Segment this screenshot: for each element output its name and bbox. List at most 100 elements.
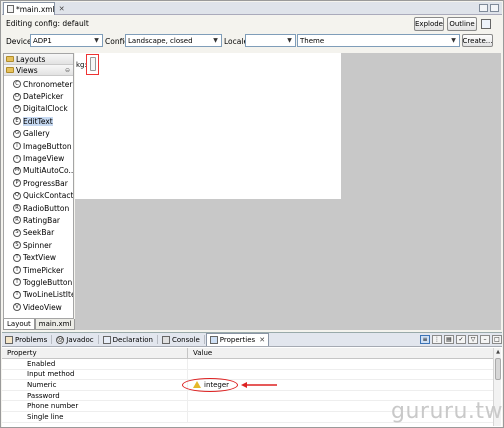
tab-separator <box>157 335 158 344</box>
palette-item-timepicker[interactable]: T TimePicker <box>4 264 73 276</box>
property-value[interactable] <box>188 370 494 380</box>
maximize-icon[interactable]: □ <box>492 335 502 344</box>
property-name: Enabled <box>2 359 188 369</box>
close-icon[interactable]: ✕ <box>259 336 265 344</box>
tab-problems[interactable]: Problems <box>2 333 50 346</box>
property-name: Single line <box>2 411 188 422</box>
timepicker-icon: T <box>13 266 21 275</box>
outline-button[interactable]: Outline <box>447 17 477 31</box>
spinner-icon: S <box>13 241 21 250</box>
palette-item-videoview[interactable]: V VideoView <box>4 301 73 313</box>
advanced-icon[interactable]: ⋮ <box>432 335 442 344</box>
scroll-up-icon[interactable]: ▲ <box>494 348 502 356</box>
radiobutton-icon: R <box>13 204 21 213</box>
chevron-down-icon: ▼ <box>94 37 99 44</box>
palette-item-label: ProgressBar <box>23 178 68 188</box>
palette-item-twolinelistitem[interactable]: TTwoLineListItem <box>4 289 73 301</box>
edittext-icon: E <box>13 117 21 126</box>
property-row[interactable]: Enabled <box>2 359 494 370</box>
selected-edittext[interactable] <box>86 54 99 75</box>
palette-item-gallery[interactable]: G Gallery <box>4 128 73 140</box>
editor-tab-bar: *main.xml ✕ <box>2 2 502 15</box>
highlight-arrow-icon <box>241 382 277 388</box>
palette-item-ratingbar[interactable]: R RatingBar <box>4 214 73 226</box>
palette-item-imagebutton[interactable]: I ImageButton <box>4 140 73 152</box>
tab-console[interactable]: Console <box>159 333 203 346</box>
palette-item-edittext[interactable]: E EditText <box>4 115 73 127</box>
explode-button[interactable]: Explode <box>414 17 444 31</box>
tab-label: Properties <box>219 336 256 344</box>
palette-item-chronometer[interactable]: C Chronometer <box>4 78 73 90</box>
palette-item-spinner[interactable]: S Spinner <box>4 239 73 251</box>
header-value[interactable]: Value <box>188 348 494 358</box>
multiautocomplete-icon: M <box>13 166 21 175</box>
minimize-icon[interactable] <box>479 4 488 12</box>
palette: Layouts Views ⊖ C Chronometer D DatePicker… <box>3 53 74 319</box>
palette-item-label: RadioButton <box>23 203 70 213</box>
scroll-thumb[interactable] <box>495 358 501 380</box>
palette-item-label: TwoLineListItem <box>23 290 73 300</box>
palette-item-progressbar[interactable]: P ProgressBar <box>4 177 73 189</box>
properties-header: Property Value <box>2 348 494 359</box>
config-combo[interactable]: Landscape, closed ▼ <box>125 34 222 47</box>
chronometer-icon: C <box>13 80 21 89</box>
palette-item-label: SeekBar <box>23 228 55 238</box>
header-property[interactable]: Property <box>2 348 188 358</box>
property-name: Phone number <box>2 401 188 411</box>
restore-default-icon[interactable]: ✓ <box>456 335 466 344</box>
tab-separator <box>51 335 53 344</box>
tab-properties[interactable]: Properties ✕ <box>205 333 270 346</box>
layout-canvas[interactable]: kg: <box>75 53 501 330</box>
tab-declaration[interactable]: Declaration <box>100 333 156 346</box>
palette-item-quickcontact[interactable]: QQuickContact... <box>4 190 73 202</box>
editor-tab-main-xml[interactable]: *main.xml ✕ <box>3 2 65 15</box>
palette-item-datepicker[interactable]: D DatePicker <box>4 90 73 102</box>
tab-main-xml[interactable]: main.xml <box>34 319 76 330</box>
palette-item-seekbar[interactable]: S SeekBar <box>4 227 73 239</box>
collapse-icon[interactable]: ⊖ <box>65 67 70 74</box>
maximize-icon[interactable] <box>490 4 499 12</box>
property-value[interactable] <box>188 359 494 369</box>
palette-item-label: Chronometer <box>23 79 73 89</box>
palette-item-radiobutton[interactable]: R RadioButton <box>4 202 73 214</box>
minimize-icon[interactable]: – <box>480 335 490 344</box>
theme-combo[interactable]: Theme ▼ <box>297 34 460 47</box>
close-icon[interactable]: ✕ <box>59 5 65 13</box>
palette-item-label: ToggleButton <box>23 277 73 287</box>
layout-toggle-icon[interactable] <box>481 19 491 29</box>
palette-item-textview[interactable]: T TextView <box>4 251 73 263</box>
tab-layout[interactable]: Layout <box>3 319 35 330</box>
quickcontact-icon: Q <box>13 191 21 200</box>
imagebutton-icon: I <box>13 142 21 151</box>
digitalclock-icon: D <box>13 104 21 113</box>
property-row[interactable]: Input method <box>2 369 494 381</box>
tab-javadoc[interactable]: @ Javadoc <box>53 333 96 346</box>
view-menu-icon[interactable]: ▽ <box>468 335 478 344</box>
watermark: gururu.tw <box>391 399 503 424</box>
palette-item-label: EditText <box>23 116 53 126</box>
palette-item-label: DigitalClock <box>23 104 68 114</box>
twolinelistitem-icon: T <box>13 290 21 299</box>
palette-item-label: RatingBar <box>23 215 61 225</box>
locale-combo[interactable]: ▼ <box>245 34 296 47</box>
palette-item-multiautocomplete[interactable]: M MultiAutoCo... <box>4 165 73 177</box>
palette-item-label: TextView <box>23 253 56 263</box>
folder-icon <box>6 56 14 62</box>
palette-category-layouts[interactable]: Layouts <box>4 54 73 65</box>
palette-item-digitalclock[interactable]: D DigitalClock <box>4 103 73 115</box>
editor-bottom-tabs: Layout main.xml <box>3 319 76 330</box>
progressbar-icon: P <box>13 179 21 188</box>
palette-item-togglebutton[interactable]: T ToggleButton <box>4 276 73 288</box>
palette-category-views[interactable]: Views ⊖ <box>4 65 73 76</box>
tab-separator <box>203 335 205 344</box>
videoview-icon: V <box>13 303 21 312</box>
create-button[interactable]: Create... <box>462 34 493 47</box>
palette-item-label: DatePicker <box>23 92 64 102</box>
device-screen[interactable]: kg: <box>75 53 341 199</box>
properties-icon <box>209 336 218 344</box>
declaration-icon <box>102 335 111 344</box>
devices-combo[interactable]: ADP1 ▼ <box>30 34 103 47</box>
palette-item-imageview[interactable]: I ImageView <box>4 152 73 164</box>
filter-icon[interactable]: ▤ <box>444 335 454 344</box>
categories-icon[interactable]: ≡ <box>420 335 430 344</box>
